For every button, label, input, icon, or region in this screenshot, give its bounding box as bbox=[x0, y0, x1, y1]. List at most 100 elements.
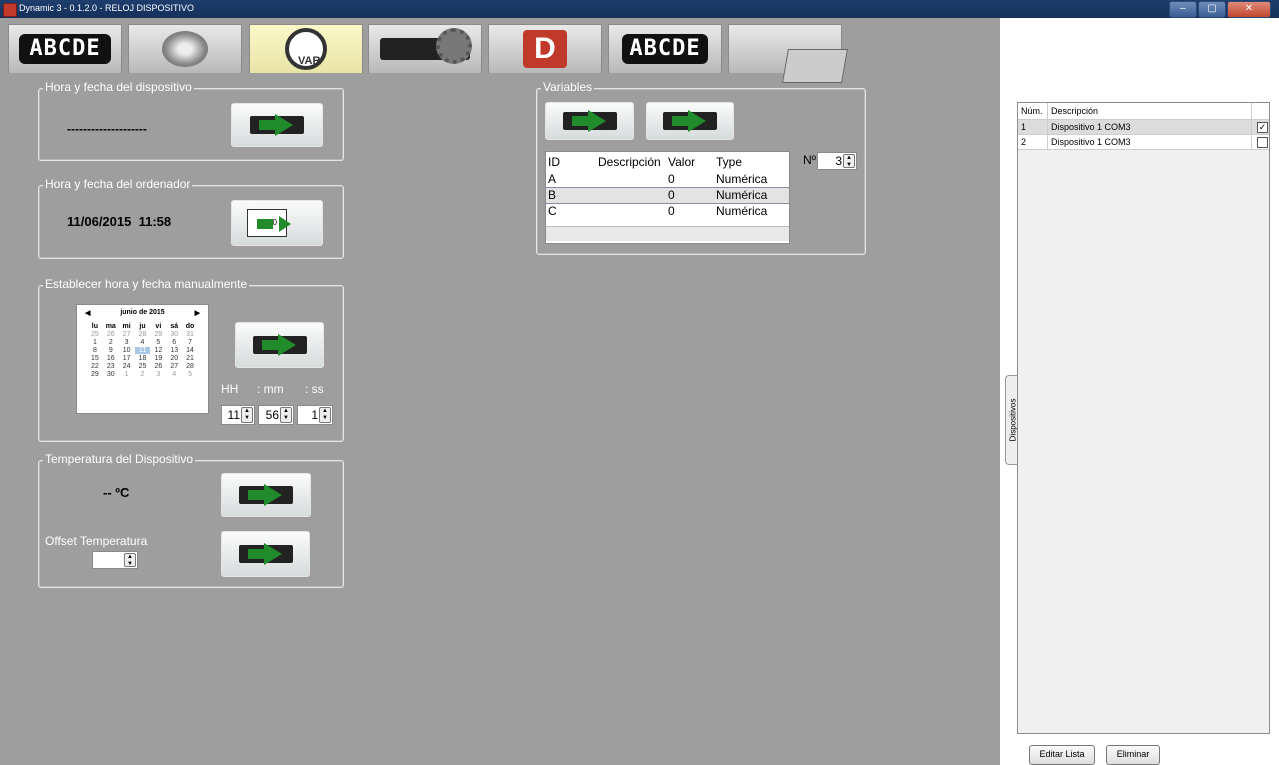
device-checkbox[interactable] bbox=[1257, 137, 1268, 148]
calendar-day[interactable]: 16 bbox=[103, 355, 119, 362]
calendar-day[interactable]: 26 bbox=[150, 363, 166, 370]
table-row[interactable]: C 0 Numérica bbox=[546, 204, 789, 219]
device-time-value: -------------------- bbox=[67, 122, 147, 136]
send-manual-time-button[interactable] bbox=[235, 322, 324, 368]
calendar-day[interactable]: 20 bbox=[166, 355, 182, 362]
variable-count-spinner[interactable]: 3 ▲ ▼ bbox=[817, 152, 857, 170]
calendar-day[interactable]: 8 bbox=[87, 347, 103, 354]
column-header[interactable]: Descripción bbox=[598, 152, 668, 172]
devices-list[interactable]: Núm. Descripción 1 Dispositivo 1 COM3 ✓ … bbox=[1017, 102, 1270, 734]
spinner-arrows-icon[interactable]: ▲ ▼ bbox=[843, 154, 855, 168]
minimize-button[interactable]: – bbox=[1169, 1, 1197, 18]
spinner-arrows-icon[interactable]: ▲ ▼ bbox=[241, 407, 253, 423]
computer-time-group: Hora y fecha del ordenador 11/06/2015 11… bbox=[38, 177, 344, 259]
led-text-tab[interactable]: ABCDE bbox=[8, 24, 122, 73]
calendar-day[interactable]: 30 bbox=[103, 371, 119, 378]
calendar-day[interactable]: 4 bbox=[166, 371, 182, 378]
calendar-day[interactable]: 24 bbox=[119, 363, 135, 370]
calendar-day[interactable]: 21 bbox=[182, 355, 198, 362]
clock-tab[interactable]: VAR bbox=[249, 24, 363, 73]
calendar-day[interactable]: 2 bbox=[135, 371, 151, 378]
spinner-arrows-icon[interactable]: ▲ ▼ bbox=[280, 407, 292, 423]
device-checkbox[interactable]: ✓ bbox=[1257, 122, 1268, 133]
calendar-day[interactable]: 13 bbox=[166, 347, 182, 354]
devices-tab[interactable] bbox=[128, 24, 242, 73]
table-row[interactable]: A 0 Numérica bbox=[546, 172, 789, 187]
calendar-day[interactable]: 1 bbox=[119, 371, 135, 378]
calendar-day[interactable]: 22 bbox=[87, 363, 103, 370]
calendar-day[interactable]: 17 bbox=[119, 355, 135, 362]
minute-spinner[interactable]: 56 ▲ ▼ bbox=[258, 405, 294, 425]
dynamic-tab[interactable]: D bbox=[488, 24, 602, 73]
calendar-day[interactable]: 2 bbox=[103, 339, 119, 346]
calendar-day[interactable]: 29 bbox=[150, 331, 166, 338]
edit-tab[interactable]: ABCDE bbox=[608, 24, 722, 73]
calendar-day[interactable]: 6 bbox=[166, 339, 182, 346]
column-header[interactable]: ID bbox=[546, 152, 598, 172]
calendar-day[interactable]: 27 bbox=[166, 363, 182, 370]
calendar-day[interactable]: 28 bbox=[182, 363, 198, 370]
calendar-day[interactable]: 7 bbox=[182, 339, 198, 346]
table-new-row[interactable] bbox=[546, 226, 789, 241]
calendar-day[interactable]: 3 bbox=[150, 371, 166, 378]
next-month-button[interactable]: ▶ bbox=[195, 309, 200, 317]
calendar-day[interactable]: 29 bbox=[87, 371, 103, 378]
calendar-day[interactable]: 19 bbox=[150, 355, 166, 362]
send-computer-time-button[interactable]: 12:00 bbox=[231, 200, 323, 246]
window-controls: – ▢ ✕ bbox=[1169, 1, 1271, 18]
arrow-right-icon bbox=[261, 334, 296, 356]
calendar-day[interactable]: 11 bbox=[134, 347, 151, 354]
calendar-day[interactable]: 31 bbox=[182, 331, 198, 338]
temperature-group: Temperatura del Dispositivo -- ºC Offset… bbox=[38, 452, 344, 588]
send-variables-button[interactable] bbox=[545, 102, 634, 140]
list-item[interactable]: 1 Dispositivo 1 COM3 ✓ bbox=[1018, 120, 1269, 135]
config-tab[interactable] bbox=[368, 24, 482, 73]
read-variables-button[interactable] bbox=[646, 102, 734, 140]
calendar-day[interactable]: 30 bbox=[166, 331, 182, 338]
hour-spinner[interactable]: 11 ▲ ▼ bbox=[221, 405, 255, 425]
calendar[interactable]: ◀ junio de 2015 ▶ lu ma mi ju vi sá do 25 26 27 28… bbox=[76, 304, 209, 414]
calendar-day[interactable]: 23 bbox=[103, 363, 119, 370]
column-header[interactable]: Valor bbox=[668, 152, 716, 172]
variables-legend: Variables bbox=[541, 80, 595, 94]
variables-table[interactable]: ID Descripción Valor Type A 0 Numérica B… bbox=[545, 151, 790, 244]
spinner-arrows-icon[interactable]: ▲ ▼ bbox=[124, 553, 136, 567]
calendar-day[interactable]: 18 bbox=[135, 355, 151, 362]
calendar-day[interactable]: 28 bbox=[135, 331, 151, 338]
table-row[interactable]: B 0 Numérica bbox=[546, 187, 789, 204]
edit-list-button[interactable]: Editar Lista bbox=[1029, 745, 1095, 765]
d-logo-icon: D bbox=[523, 30, 567, 68]
calendar-day[interactable]: 26 bbox=[103, 331, 119, 338]
column-header[interactable]: Núm. bbox=[1018, 103, 1048, 119]
calendar-day[interactable]: 5 bbox=[182, 371, 198, 378]
prev-month-button[interactable]: ◀ bbox=[85, 309, 90, 317]
maximize-button[interactable]: ▢ bbox=[1198, 1, 1226, 18]
read-device-time-button[interactable] bbox=[231, 103, 323, 147]
calendar-day[interactable]: 5 bbox=[150, 339, 166, 346]
send-offset-button[interactable] bbox=[221, 531, 310, 577]
calendar-day[interactable]: 27 bbox=[119, 331, 135, 338]
serial-tab[interactable] bbox=[728, 24, 848, 83]
calendar-day[interactable]: 4 bbox=[135, 339, 151, 346]
calendar-day[interactable]: 10 bbox=[119, 347, 135, 354]
column-header[interactable]: Descripción bbox=[1048, 103, 1252, 119]
calendar-day[interactable]: 25 bbox=[87, 331, 103, 338]
calendar-day[interactable]: 3 bbox=[119, 339, 135, 346]
read-temperature-button[interactable] bbox=[221, 473, 311, 517]
calendar-day[interactable]: 12 bbox=[150, 347, 166, 354]
delete-button[interactable]: Eliminar bbox=[1106, 745, 1160, 765]
calendar-day[interactable]: 25 bbox=[135, 363, 151, 370]
calendar-month: junio de 2015 bbox=[120, 309, 165, 316]
second-spinner[interactable]: 1 ▲ ▼ bbox=[297, 405, 333, 425]
calendar-day[interactable]: 14 bbox=[182, 347, 198, 354]
calendar-day[interactable]: 1 bbox=[87, 339, 103, 346]
spinner-arrows-icon[interactable]: ▲ ▼ bbox=[319, 407, 331, 423]
device-number: 1 bbox=[1018, 120, 1048, 134]
offset-temperature-spinner[interactable]: ▲ ▼ bbox=[92, 551, 138, 569]
calendar-day[interactable]: 15 bbox=[87, 355, 103, 362]
variable-count-value: 3 bbox=[835, 154, 842, 168]
column-header[interactable]: Type bbox=[716, 152, 786, 172]
list-item[interactable]: 2 Dispositivo 1 COM3 bbox=[1018, 135, 1269, 150]
calendar-day[interactable]: 9 bbox=[103, 347, 119, 354]
close-button[interactable]: ✕ bbox=[1227, 1, 1271, 18]
